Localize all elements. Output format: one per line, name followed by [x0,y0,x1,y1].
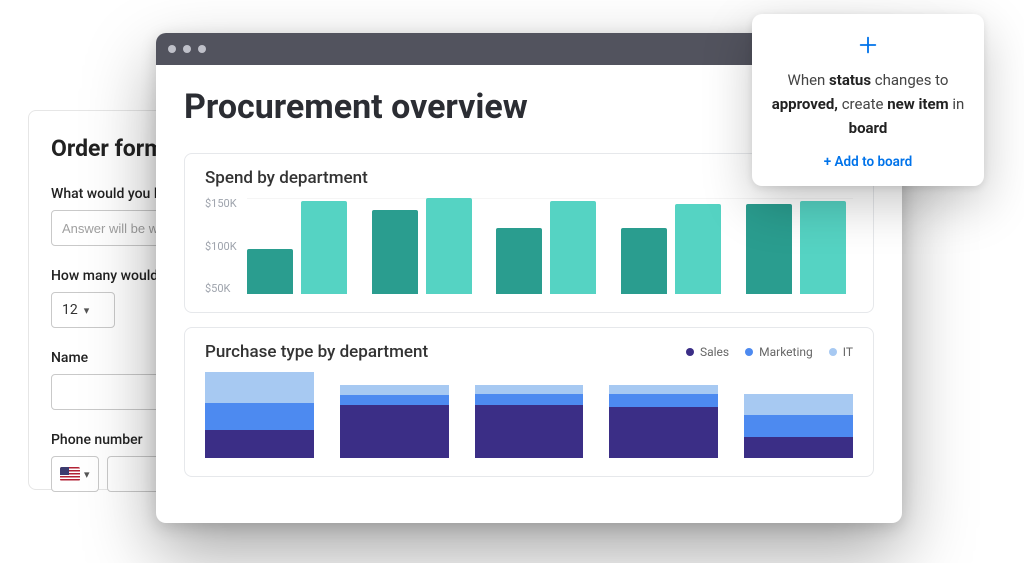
stacked-bar [340,385,449,458]
stacked-bar [205,372,314,458]
spend-title: Spend by department [205,168,368,188]
chart-bar [426,198,472,294]
window-dot-icon [183,45,191,53]
plus-icon [770,34,966,56]
phone-country-select[interactable]: ▾ [51,456,99,492]
stack-segment-mkt [205,403,314,431]
automation-text: When status changes to approved, create … [770,68,966,140]
qty-select[interactable]: 12 ▾ [51,292,115,328]
purchase-title: Purchase type by department [205,342,428,362]
chart-bar [621,228,667,294]
chart-bar [746,204,792,294]
window-dot-icon [168,45,176,53]
stacked-bar [744,394,853,459]
chart-bar [372,210,418,294]
bar-group [247,201,354,294]
stack-segment-it [340,385,449,395]
stack-segment-mkt [340,395,449,405]
chart-bar [301,201,347,294]
chart-bar [247,249,293,294]
chart-bar [800,201,846,294]
legend-swatch-icon [745,348,753,356]
chevron-down-icon: ▾ [84,304,90,317]
stacked-bar [609,385,718,458]
stack-segment-sales [205,430,314,458]
legend-swatch-icon [829,348,837,356]
chart-bar [550,201,596,294]
stack-segment-it [609,385,718,394]
purchase-chart [205,372,853,458]
qty-value: 12 [62,302,78,318]
spend-chart [247,198,853,294]
purchase-legend: Sales Marketing IT [686,345,853,359]
stack-segment-sales [475,405,584,458]
flag-icon [60,467,80,481]
stack-segment-it [205,372,314,403]
stack-segment-it [475,385,584,394]
bar-group [496,201,603,294]
automation-card: When status changes to approved, create … [752,14,984,186]
bar-group [621,204,728,294]
stack-segment-sales [609,407,718,458]
purchase-card: Purchase type by department Sales Market… [184,327,874,477]
chart-bar [496,228,542,294]
add-to-board-button[interactable]: + Add to board [770,154,966,170]
stack-segment-sales [340,405,449,458]
stack-segment-mkt [609,394,718,407]
stacked-bar [475,385,584,458]
chart-bar [675,204,721,294]
window-dot-icon [198,45,206,53]
bar-group [746,201,853,294]
stack-segment-mkt [744,415,853,436]
legend-swatch-icon [686,348,694,356]
chevron-down-icon: ▾ [84,468,90,481]
bar-group [372,198,479,294]
spend-yaxis: $150K $100K $50K [205,198,237,294]
stack-segment-mkt [475,394,584,406]
stack-segment-sales [744,437,853,458]
stack-segment-it [744,394,853,416]
